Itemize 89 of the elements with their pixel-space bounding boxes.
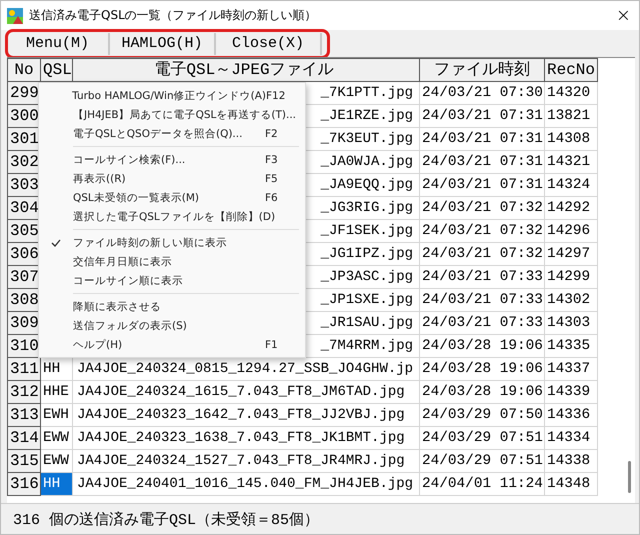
table-cell: 14302: [544, 288, 598, 312]
shortcut-label: F12: [266, 90, 286, 102]
table-cell: 24/03/21 07:33: [420, 266, 544, 288]
table-cell: 14324: [544, 174, 598, 196]
menu-item-label: 降順に表示させる: [73, 300, 162, 314]
table-cell: 24/03/21 07:32: [420, 242, 544, 266]
shortcut-label: F2: [265, 128, 279, 140]
table-cell: 14321: [544, 150, 598, 174]
table-cell: JA4JOE_240401_1016_145.040_FM_JH4JEB.jpg: [72, 472, 420, 496]
column-header[interactable]: 電子QSL～JPEGファイル: [72, 58, 420, 82]
row-number[interactable]: 300: [8, 104, 40, 128]
row-number[interactable]: 310: [8, 334, 40, 358]
table-cell: 13821: [544, 104, 598, 128]
table-cell: 24/03/28 19:06: [420, 380, 544, 404]
row-number[interactable]: 311: [8, 358, 40, 380]
close-button[interactable]: ×: [616, 5, 631, 26]
table-cell: 14299: [544, 266, 598, 288]
table-cell: 14338: [544, 450, 598, 472]
table-cell: 24/03/21 07:33: [420, 288, 544, 312]
table-cell: 14337: [544, 358, 598, 380]
table-cell: 14297: [544, 242, 598, 266]
column-header[interactable]: ファイル時刻: [420, 58, 544, 82]
row-number[interactable]: 315: [8, 450, 40, 472]
table-cell: 24/03/29 07:51: [420, 426, 544, 450]
table-cell: 24/03/21 07:31: [420, 150, 544, 174]
table-cell: 14296: [544, 220, 598, 242]
row-number[interactable]: 316: [8, 472, 40, 496]
row-number[interactable]: 303: [8, 174, 40, 196]
app-icon: [7, 8, 23, 24]
row-number[interactable]: 301: [8, 128, 40, 150]
table-cell: HH: [40, 472, 72, 496]
table-cell: 24/04/01 11:24: [420, 472, 544, 496]
column-header[interactable]: QSL: [40, 58, 72, 82]
table-cell: 14292: [544, 196, 598, 220]
check-icon: [51, 238, 61, 246]
table-cell: HHE: [40, 380, 72, 404]
menu-item-label: ヘルプ(H): [73, 338, 124, 352]
menu-item-label: Turbo HAMLOG/Win修正ウインドウ(A): [72, 88, 266, 102]
table-cell: 14303: [544, 312, 598, 334]
table-cell: 24/03/21 07:31: [420, 174, 544, 196]
row-number[interactable]: 314: [8, 426, 40, 450]
table-cell: 24/03/21 07:30: [420, 82, 544, 104]
row-number[interactable]: 302: [8, 150, 40, 174]
table-cell: 14334: [544, 426, 598, 450]
table-cell: 14339: [544, 380, 598, 404]
table-cell: 24/03/28 19:06: [420, 358, 544, 380]
table-cell: JA4JOE_240323_1642_7.043_FT8_JJ2VBJ.jpg: [72, 404, 420, 426]
table-cell: 24/03/21 07:32: [420, 220, 544, 242]
table-cell: JA4JOE_240324_1615_7.043_FT8_JM6TAD.jpg: [72, 380, 420, 404]
table-cell: 24/03/21 07:32: [420, 196, 544, 220]
table-cell: 14308: [544, 128, 598, 150]
row-number[interactable]: 306: [8, 242, 40, 266]
row-number[interactable]: 309: [8, 312, 40, 334]
row-number[interactable]: 308: [8, 288, 40, 312]
status-text: 316 個の送信済み電子QSL（未受領＝85個）: [1, 503, 639, 534]
table-cell: 24/03/21 07:31: [420, 104, 544, 128]
row-number[interactable]: 307: [8, 266, 40, 288]
shortcut-label: F5: [265, 172, 279, 184]
table-cell: EWW: [40, 426, 72, 450]
table-cell: 24/03/29 07:50: [420, 404, 544, 426]
table-cell: JA4JOE_240323_1638_7.043_FT8_JK1BMT.jpg: [72, 426, 420, 450]
table-cell: 24/03/21 07:31: [420, 128, 544, 150]
menu-item-label: 交信年月日順に表示: [73, 254, 173, 268]
column-header[interactable]: RecNo: [544, 58, 598, 82]
row-number[interactable]: 305: [8, 220, 40, 242]
row-number[interactable]: 312: [8, 380, 40, 404]
table-cell: 14348: [544, 472, 598, 496]
window-title: 送信済み電子QSLの一覧（ファイル時刻の新しい順）: [29, 7, 318, 24]
table-cell: EWH: [40, 404, 72, 426]
table-cell: JA4JOE_240324_1527_7.043_FT8_JR4MRJ.jpg: [72, 450, 420, 472]
menu-item-label: 【JH4JEB】局あてに電子QSLを再送する(T)...: [73, 108, 298, 122]
table-cell: 14320: [544, 82, 598, 104]
shortcut-label: F1: [265, 338, 279, 350]
menu-item-label: 電子QSLとQSOデータを照合(Q)...: [73, 126, 244, 140]
table-cell: 24/03/29 07:51: [420, 450, 544, 472]
row-number[interactable]: 313: [8, 404, 40, 426]
menu-item-label: コールサイン検索(F)...: [73, 152, 186, 166]
row-number[interactable]: 299: [8, 82, 40, 104]
table-cell: 14335: [544, 334, 598, 358]
table-cell: 24/03/21 07:33: [420, 312, 544, 334]
menu-item-label: 送信フォルダの表示(S): [73, 318, 188, 332]
menu-item-label: コールサイン順に表示: [73, 274, 184, 288]
shortcut-label: F3: [265, 154, 279, 166]
table-cell: 24/03/28 19:06: [420, 334, 544, 358]
menu-item-label: 再表示((R): [73, 172, 127, 186]
row-number[interactable]: 304: [8, 196, 40, 220]
column-header[interactable]: No: [8, 58, 40, 82]
table-cell: 14336: [544, 404, 598, 426]
scrollbar-thumb[interactable]: [628, 461, 631, 493]
